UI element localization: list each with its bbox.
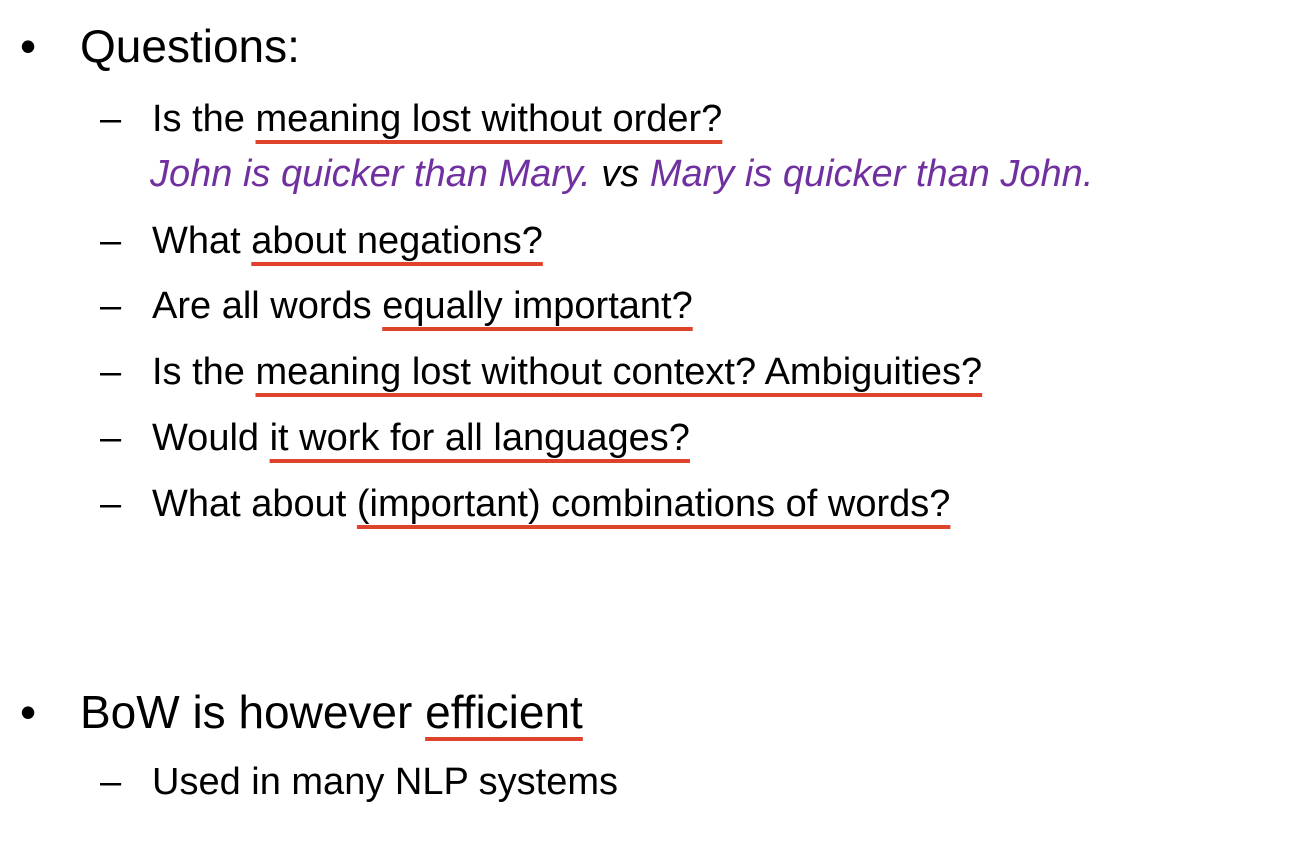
question-underlined: meaning lost without order? (255, 98, 723, 140)
question-text: Would it work for all languages? (152, 414, 690, 462)
question-lead: Is the (152, 351, 256, 393)
question-lead: Are all words (152, 285, 383, 327)
dash-icon: – (100, 220, 122, 262)
question-text: What about (important) combinations of w… (152, 480, 950, 528)
question-text: Are all words equally important? (152, 282, 693, 330)
order-example: John is quicker than Mary. vs Mary is qu… (150, 150, 1093, 198)
dash-icon: – (100, 351, 122, 393)
question-lead: What about (152, 483, 357, 525)
slide: • Questions: – Is the meaning lost witho… (0, 0, 1310, 854)
question-underlined: equally important? (382, 285, 693, 327)
question-text: Is the meaning lost without order? (152, 95, 722, 143)
bow-underlined: efficient (425, 686, 583, 738)
question-text: Is the meaning lost without context? Amb… (152, 348, 982, 396)
example-connector: vs (601, 153, 640, 195)
question-lead: Is the (152, 98, 256, 140)
question-underlined: about negations? (251, 220, 543, 262)
question-text: What about negations? (152, 217, 543, 265)
question-underlined: meaning lost without context? Ambiguitie… (255, 351, 983, 393)
bow-item-text: Used in many NLP systems (152, 761, 619, 803)
dash-icon: – (100, 285, 122, 327)
dash-icon: – (100, 761, 122, 803)
question-lead: What (152, 220, 252, 262)
dash-icon: – (100, 98, 122, 140)
question-lead: Would (152, 417, 270, 459)
example-sentence-b: Mary is quicker than John. (649, 153, 1094, 195)
question-underlined: (important) combinations of words? (356, 483, 951, 525)
bullet-icon: • (20, 20, 37, 72)
bullet-icon: • (20, 686, 37, 738)
question-underlined: it work for all languages? (269, 417, 690, 459)
dash-icon: – (100, 483, 122, 525)
bow-heading: BoW is however efficient (80, 684, 583, 740)
dash-icon: – (100, 417, 122, 459)
example-sentence-a: John is quicker than Mary. (150, 153, 591, 195)
questions-heading: Questions: (80, 20, 300, 72)
bow-lead: BoW is however (80, 686, 426, 738)
